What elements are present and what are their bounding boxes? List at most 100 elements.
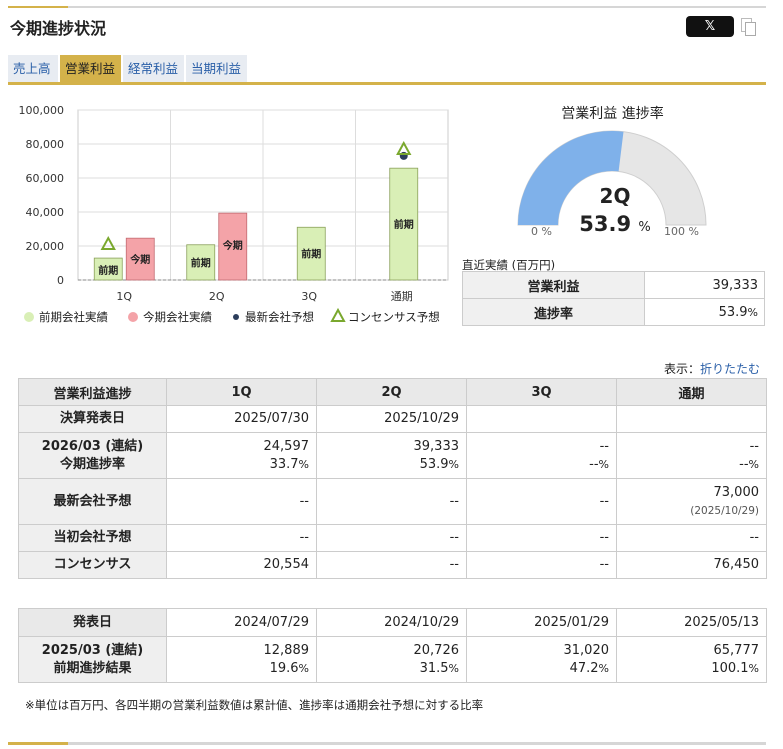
header-3q: 3Q (466, 378, 617, 406)
top-divider (8, 6, 766, 8)
collapse-link[interactable]: 折りたたむ (700, 362, 760, 376)
value-text: -- (749, 438, 759, 454)
table-row: コンセンサス 20,554 -- -- 76,450 (18, 551, 767, 579)
rate-text: -- (739, 456, 749, 472)
value-text: 73,000 (713, 484, 760, 500)
footnote: ※単位は百万円、各四半期の営業利益数値は累計値、進捗率は通期会社予想に対する比率 (25, 698, 484, 712)
recent-profit-label: 営業利益 (462, 271, 645, 299)
copy-icon[interactable] (741, 18, 757, 37)
rate-text: 47.2 (569, 660, 599, 676)
value-text: 31,020 (563, 642, 610, 658)
bottom-divider (8, 742, 766, 745)
recent-results-table: 営業利益 39,333 進捗率 53.9% (462, 271, 765, 326)
cell: -- (466, 524, 617, 552)
cell: 2024/10/29 (316, 608, 467, 637)
y-tick-label: 40,000 (26, 206, 65, 219)
row-label: 発表日 (18, 608, 167, 637)
value-text: 39,333 (413, 438, 460, 454)
cell: -- (316, 524, 467, 552)
prev-bar-label: 前期 (98, 264, 118, 277)
x-tick-label: 3Q (301, 290, 317, 303)
tab-sales[interactable]: 売上高 (8, 55, 58, 82)
previous-progress-table: 発表日 2024/07/29 2024/10/29 2025/01/29 202… (18, 608, 767, 683)
display-label: 表示： (664, 362, 701, 376)
cell: -- --% (466, 432, 617, 479)
gauge-fill (518, 131, 624, 225)
row-label-sub: 前期進捗結果 (53, 660, 132, 676)
legend-forecast-label: 最新会社予想 (245, 310, 314, 324)
row-label-main: 2026/03 (連結) (41, 438, 144, 454)
value-text: 12,889 (263, 642, 310, 658)
row-label-main: 2025/03 (連結) (41, 642, 144, 658)
cell: 2025/10/29 (316, 405, 467, 433)
prev-bar-label: 前期 (191, 256, 211, 269)
percent-unit: % (748, 457, 759, 471)
rate-text: -- (589, 456, 599, 472)
recent-profit-value: 39,333 (644, 271, 765, 299)
percent-unit: % (598, 457, 609, 471)
cell (616, 405, 767, 433)
table-row: 最新会社予想 -- -- -- 73,000 (2025/10/29) (18, 478, 767, 525)
curr-bar-label: 今期 (222, 239, 243, 252)
recent-rate-value: 53.9% (644, 298, 765, 326)
gauge-title: 営業利益 進捗率 (561, 106, 664, 122)
row-label: 2025/03 (連結) 前期進捗結果 (18, 636, 167, 683)
row-label: 決算発表日 (18, 405, 167, 433)
y-tick-label: 0 (57, 274, 64, 287)
cell: 2025/07/30 (166, 405, 317, 433)
cell: 20,726 31.5% (316, 636, 467, 683)
cell: -- (616, 524, 767, 552)
y-tick-label: 60,000 (26, 172, 65, 185)
cell: -- (466, 478, 617, 525)
progress-chart: 0 20,000 40,000 60,000 80,000 100,000 1Q 前期 今期 2Q… (10, 100, 450, 335)
cell: -- (466, 551, 617, 579)
gauge-max-label: 100 % (664, 225, 699, 238)
cell: -- (166, 478, 317, 525)
header-1q: 1Q (166, 378, 317, 406)
tab-operating-profit[interactable]: 営業利益 (60, 55, 121, 82)
cell: -- (166, 524, 317, 552)
current-progress-table: 営業利益進捗 1Q 2Q 3Q 通期 決算発表日 2025/07/30 2025… (18, 378, 767, 579)
header-full-year: 通期 (616, 378, 767, 406)
tab-ordinary-profit[interactable]: 経常利益 (123, 55, 184, 82)
legend-forecast-swatch (233, 314, 239, 320)
bar-chart-svg: 020,00040,00060,00080,000100,0001Q前期今期2Q… (19, 104, 449, 324)
cell: 73,000 (2025/10/29) (616, 478, 767, 525)
cell: 39,333 53.9% (316, 432, 467, 479)
table-row: 発表日 2024/07/29 2024/10/29 2025/01/29 202… (18, 608, 767, 637)
x-tick-label: 1Q (116, 290, 132, 303)
gauge-min-label: 0 % (531, 225, 552, 238)
cell: -- --% (616, 432, 767, 479)
y-tick-label: 80,000 (26, 138, 65, 151)
legend-consensus-label: コンセンサス予想 (348, 310, 440, 324)
table-row: 営業利益 39,333 (462, 271, 765, 299)
curr-bar-label: 今期 (129, 253, 150, 266)
gauge-value: 53.9 (579, 212, 632, 236)
cell: 20,554 (166, 551, 317, 579)
row-label: 最新会社予想 (18, 478, 167, 525)
legend-prev-swatch (24, 312, 34, 322)
legend-consensus-swatch (330, 307, 346, 322)
table-row: 当初会社予想 -- -- -- -- (18, 524, 767, 552)
rate-text: 100.1 (711, 660, 749, 676)
gauge-percent: 53.9 % (560, 212, 670, 236)
value-text: 24,597 (263, 438, 310, 454)
cell: 65,777 100.1% (616, 636, 767, 683)
value-text: 65,777 (713, 642, 760, 658)
x-share-button[interactable]: 𝕏 (686, 16, 734, 37)
x-tick-label: 通期 (391, 290, 413, 303)
value-text: -- (599, 438, 609, 454)
legend-prev-label: 前期会社実績 (39, 310, 108, 324)
table-row: 2025/03 (連結) 前期進捗結果 12,889 19.6% 20,726 31.… (18, 636, 767, 683)
gauge-quarter: 2Q (599, 184, 631, 208)
recent-rate-label: 進捗率 (462, 298, 645, 326)
row-label: 当初会社予想 (18, 524, 167, 552)
row-label-sub: 今期進捗率 (59, 456, 125, 472)
percent-unit: % (747, 305, 758, 319)
row-label: 2026/03 (連結) 今期進捗率 (18, 432, 167, 479)
tab-net-profit[interactable]: 当期利益 (186, 55, 247, 82)
rate-text: 53.9 (419, 456, 449, 472)
display-toggle: 表示：折りたたむ (664, 360, 760, 377)
x-tick-label: 2Q (209, 290, 225, 303)
table-row: 2026/03 (連結) 今期進捗率 24,597 33.7% 39,333 53.9… (18, 432, 767, 479)
